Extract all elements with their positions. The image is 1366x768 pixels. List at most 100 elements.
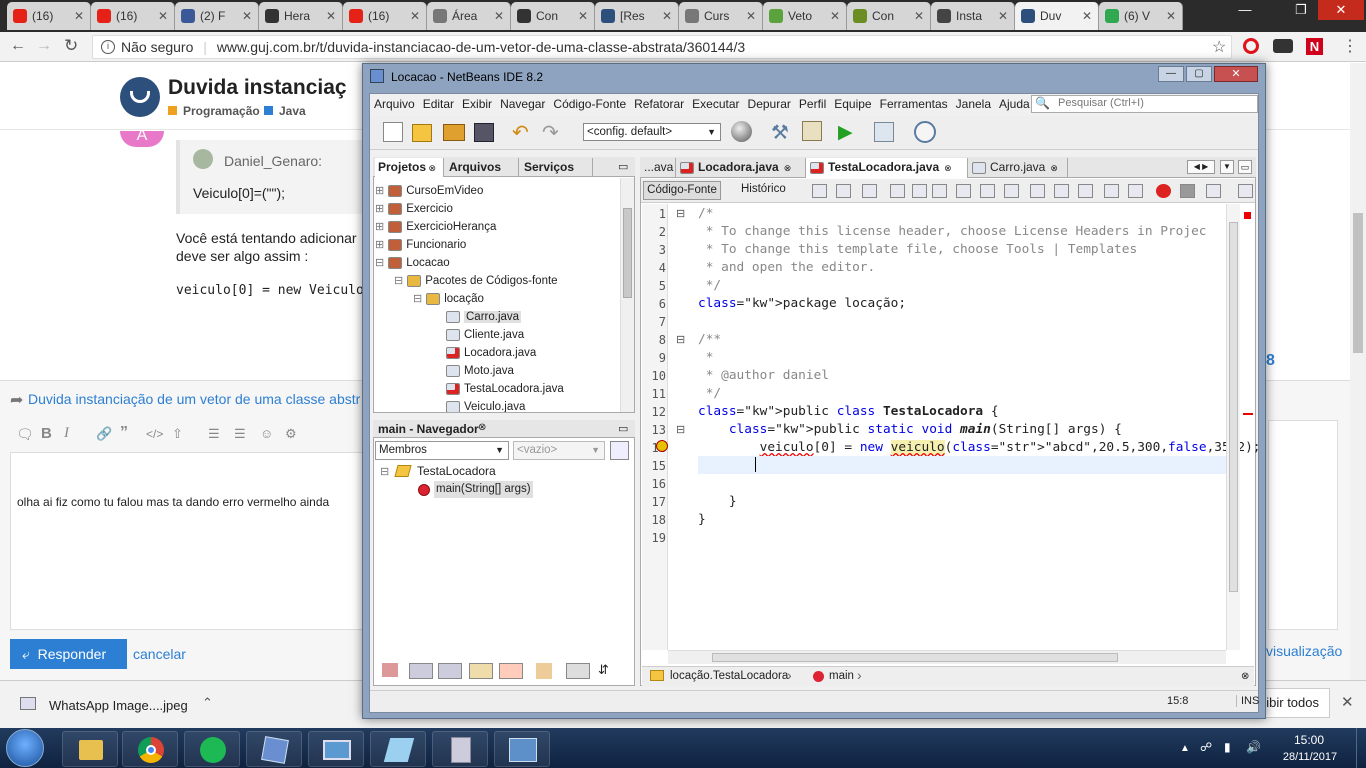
navigator-minimize-icon[interactable]: ▭ [618, 422, 628, 435]
tab-close-icon[interactable]: ✕ [326, 9, 336, 23]
navigator-title[interactable]: main - Navegador [378, 422, 479, 436]
nb-menu-item[interactable]: Depurar [748, 97, 791, 111]
open-project-icon[interactable] [443, 124, 465, 141]
back-icon[interactable] [836, 184, 851, 198]
nav-nonpublic-icon[interactable] [469, 663, 493, 679]
extension-icon[interactable] [1273, 39, 1293, 53]
nb-menu-item[interactable]: Ajuda [999, 97, 1030, 111]
browser-tab[interactable]: (6) V ✕ [1099, 2, 1183, 30]
nb-menu-item[interactable]: Editar [423, 97, 454, 111]
save-all-icon[interactable] [474, 123, 494, 142]
last-edit-icon[interactable] [812, 184, 827, 198]
navigator-options-icon[interactable] [610, 441, 629, 460]
browser-tab[interactable]: Duv ✕ [1015, 2, 1099, 30]
tab-close-icon[interactable]: ✕ [410, 9, 420, 23]
taskbar-spotify[interactable] [184, 731, 240, 767]
editor-hscrollbar[interactable] [668, 650, 1226, 664]
fold-icon[interactable]: ⊟ [676, 331, 685, 349]
toggle-rect-icon[interactable] [1004, 184, 1019, 198]
tab-scroll-icon[interactable]: ◀ ▶ [1187, 160, 1215, 174]
tree-item[interactable]: Cliente.java [432, 326, 524, 344]
tree-item[interactable]: ⊞ Exercicio [375, 200, 453, 218]
taskbar-chrome[interactable] [122, 731, 178, 767]
editor-tab[interactable]: ...ava [642, 158, 676, 178]
reload-icon[interactable]: ↻ [64, 36, 78, 56]
history-tab[interactable]: Histórico [741, 183, 786, 195]
taskbar-control-panel[interactable] [494, 731, 550, 767]
nb-search-field[interactable]: 🔍 Pesquisar (Ctrl+I) [1031, 95, 1258, 113]
browser-tab[interactable]: (16) ✕ [343, 2, 427, 30]
prev-bookmark-icon[interactable] [1030, 184, 1045, 198]
browser-tab[interactable]: Curs ✕ [679, 2, 763, 30]
error-stripe-marker[interactable] [1244, 212, 1251, 219]
nb-menu-item[interactable]: Código-Fonte [553, 97, 626, 111]
run-icon[interactable]: ▶ [838, 121, 853, 144]
minimize-button[interactable]: — [1230, 0, 1260, 20]
editor-vscrollbar[interactable] [1226, 204, 1240, 650]
toggle-highlight-icon[interactable] [980, 184, 995, 198]
netflix-icon[interactable]: N [1306, 38, 1323, 55]
panel-tab[interactable]: Serviços [521, 158, 593, 177]
shift-right-icon[interactable] [1128, 184, 1143, 198]
browser-tab[interactable]: [Res ✕ [595, 2, 679, 30]
editor-tab[interactable]: Locadora.java ⊗ [676, 158, 806, 178]
editor-tab[interactable]: Carro.java ⊗ [968, 158, 1068, 178]
upload-icon[interactable]: ⇧ [172, 426, 183, 442]
tab-close-icon[interactable]: ✕ [830, 9, 840, 23]
reply-button[interactable]: ⤶ Responder [10, 639, 127, 669]
shift-left-icon[interactable] [1104, 184, 1119, 198]
italic-icon[interactable]: I [64, 425, 69, 442]
breadcrumb-close-icon[interactable]: ⊗ [1241, 671, 1249, 682]
navigator-method[interactable]: main(String[] args) [434, 481, 533, 498]
reply-topic-link[interactable]: Duvida instanciação de um vetor de uma c… [28, 391, 360, 407]
tab-close-icon[interactable]: ✕ [578, 9, 588, 23]
start-button[interactable] [6, 729, 44, 767]
menu-icon[interactable]: ⋮ [1342, 36, 1358, 56]
tree-expander-icon[interactable]: ⊟ [375, 257, 384, 269]
nav-fields-icon[interactable] [409, 663, 433, 679]
globe-icon[interactable] [731, 121, 752, 142]
show-desktop-button[interactable] [1356, 728, 1366, 768]
stop-macro-icon[interactable] [1180, 184, 1195, 198]
guj-logo[interactable] [120, 77, 160, 117]
projects-scrollbar[interactable] [620, 178, 634, 412]
build-hammer-icon[interactable]: ⚒ [771, 120, 789, 145]
clock-date[interactable]: 28/11/2017 [1278, 751, 1342, 763]
nb-close-button[interactable]: ✕ [1214, 66, 1258, 82]
navigator-class[interactable]: TestaLocadora [417, 464, 496, 478]
browser-tab[interactable]: Con ✕ [847, 2, 931, 30]
navigator-filter-select[interactable]: Membros ▼ [375, 441, 509, 460]
nb-menu-item[interactable]: Exibir [462, 97, 492, 111]
navigator-empty-select[interactable]: <vazio> ▼ [513, 441, 605, 460]
browser-tab[interactable]: (2) F ✕ [175, 2, 259, 30]
chevron-up-icon[interactable]: ⌃ [202, 695, 213, 711]
preview-toggle-link[interactable]: visualização [1266, 643, 1342, 659]
debug-icon[interactable] [874, 122, 894, 142]
close-button[interactable]: ✕ [1318, 0, 1364, 20]
tree-item[interactable]: Locadora.java [432, 344, 536, 362]
cancel-link[interactable]: cancelar [133, 646, 186, 662]
settings-icon[interactable]: ⚙ [285, 426, 297, 442]
code-icon[interactable]: </> [146, 427, 163, 441]
editor-tab-close-icon[interactable]: ⊗ [939, 163, 952, 173]
profile-icon[interactable] [914, 121, 936, 143]
taskbar-notes[interactable] [370, 731, 426, 767]
topic-title[interactable]: Duvida instanciaç [168, 76, 347, 100]
taskbar-explorer[interactable] [62, 731, 118, 767]
tree-expander-icon[interactable]: ⊟ [394, 275, 403, 287]
clock-time[interactable]: 15:00 [1283, 733, 1335, 747]
back-icon[interactable]: ← [10, 37, 26, 55]
link-icon[interactable]: 🔗 [96, 426, 112, 442]
browser-tab[interactable]: Con ✕ [511, 2, 595, 30]
taskbar-photos[interactable] [308, 731, 364, 767]
numbered-list-icon[interactable]: ☰ [234, 426, 246, 442]
tree-item[interactable]: ⊟ locação [413, 290, 484, 308]
nb-menu-item[interactable]: Navegar [500, 97, 545, 111]
tab-list-icon[interactable]: ▼ [1220, 160, 1234, 174]
tab-close-icon[interactable]: ✕ [662, 9, 672, 23]
tab-close-icon[interactable]: ✕ [242, 9, 252, 23]
panel-tab[interactable]: Arquivos [446, 158, 519, 177]
new-file-icon[interactable] [383, 122, 403, 142]
taskbar-netbeans[interactable] [246, 731, 302, 767]
info-icon[interactable]: i [101, 40, 115, 54]
